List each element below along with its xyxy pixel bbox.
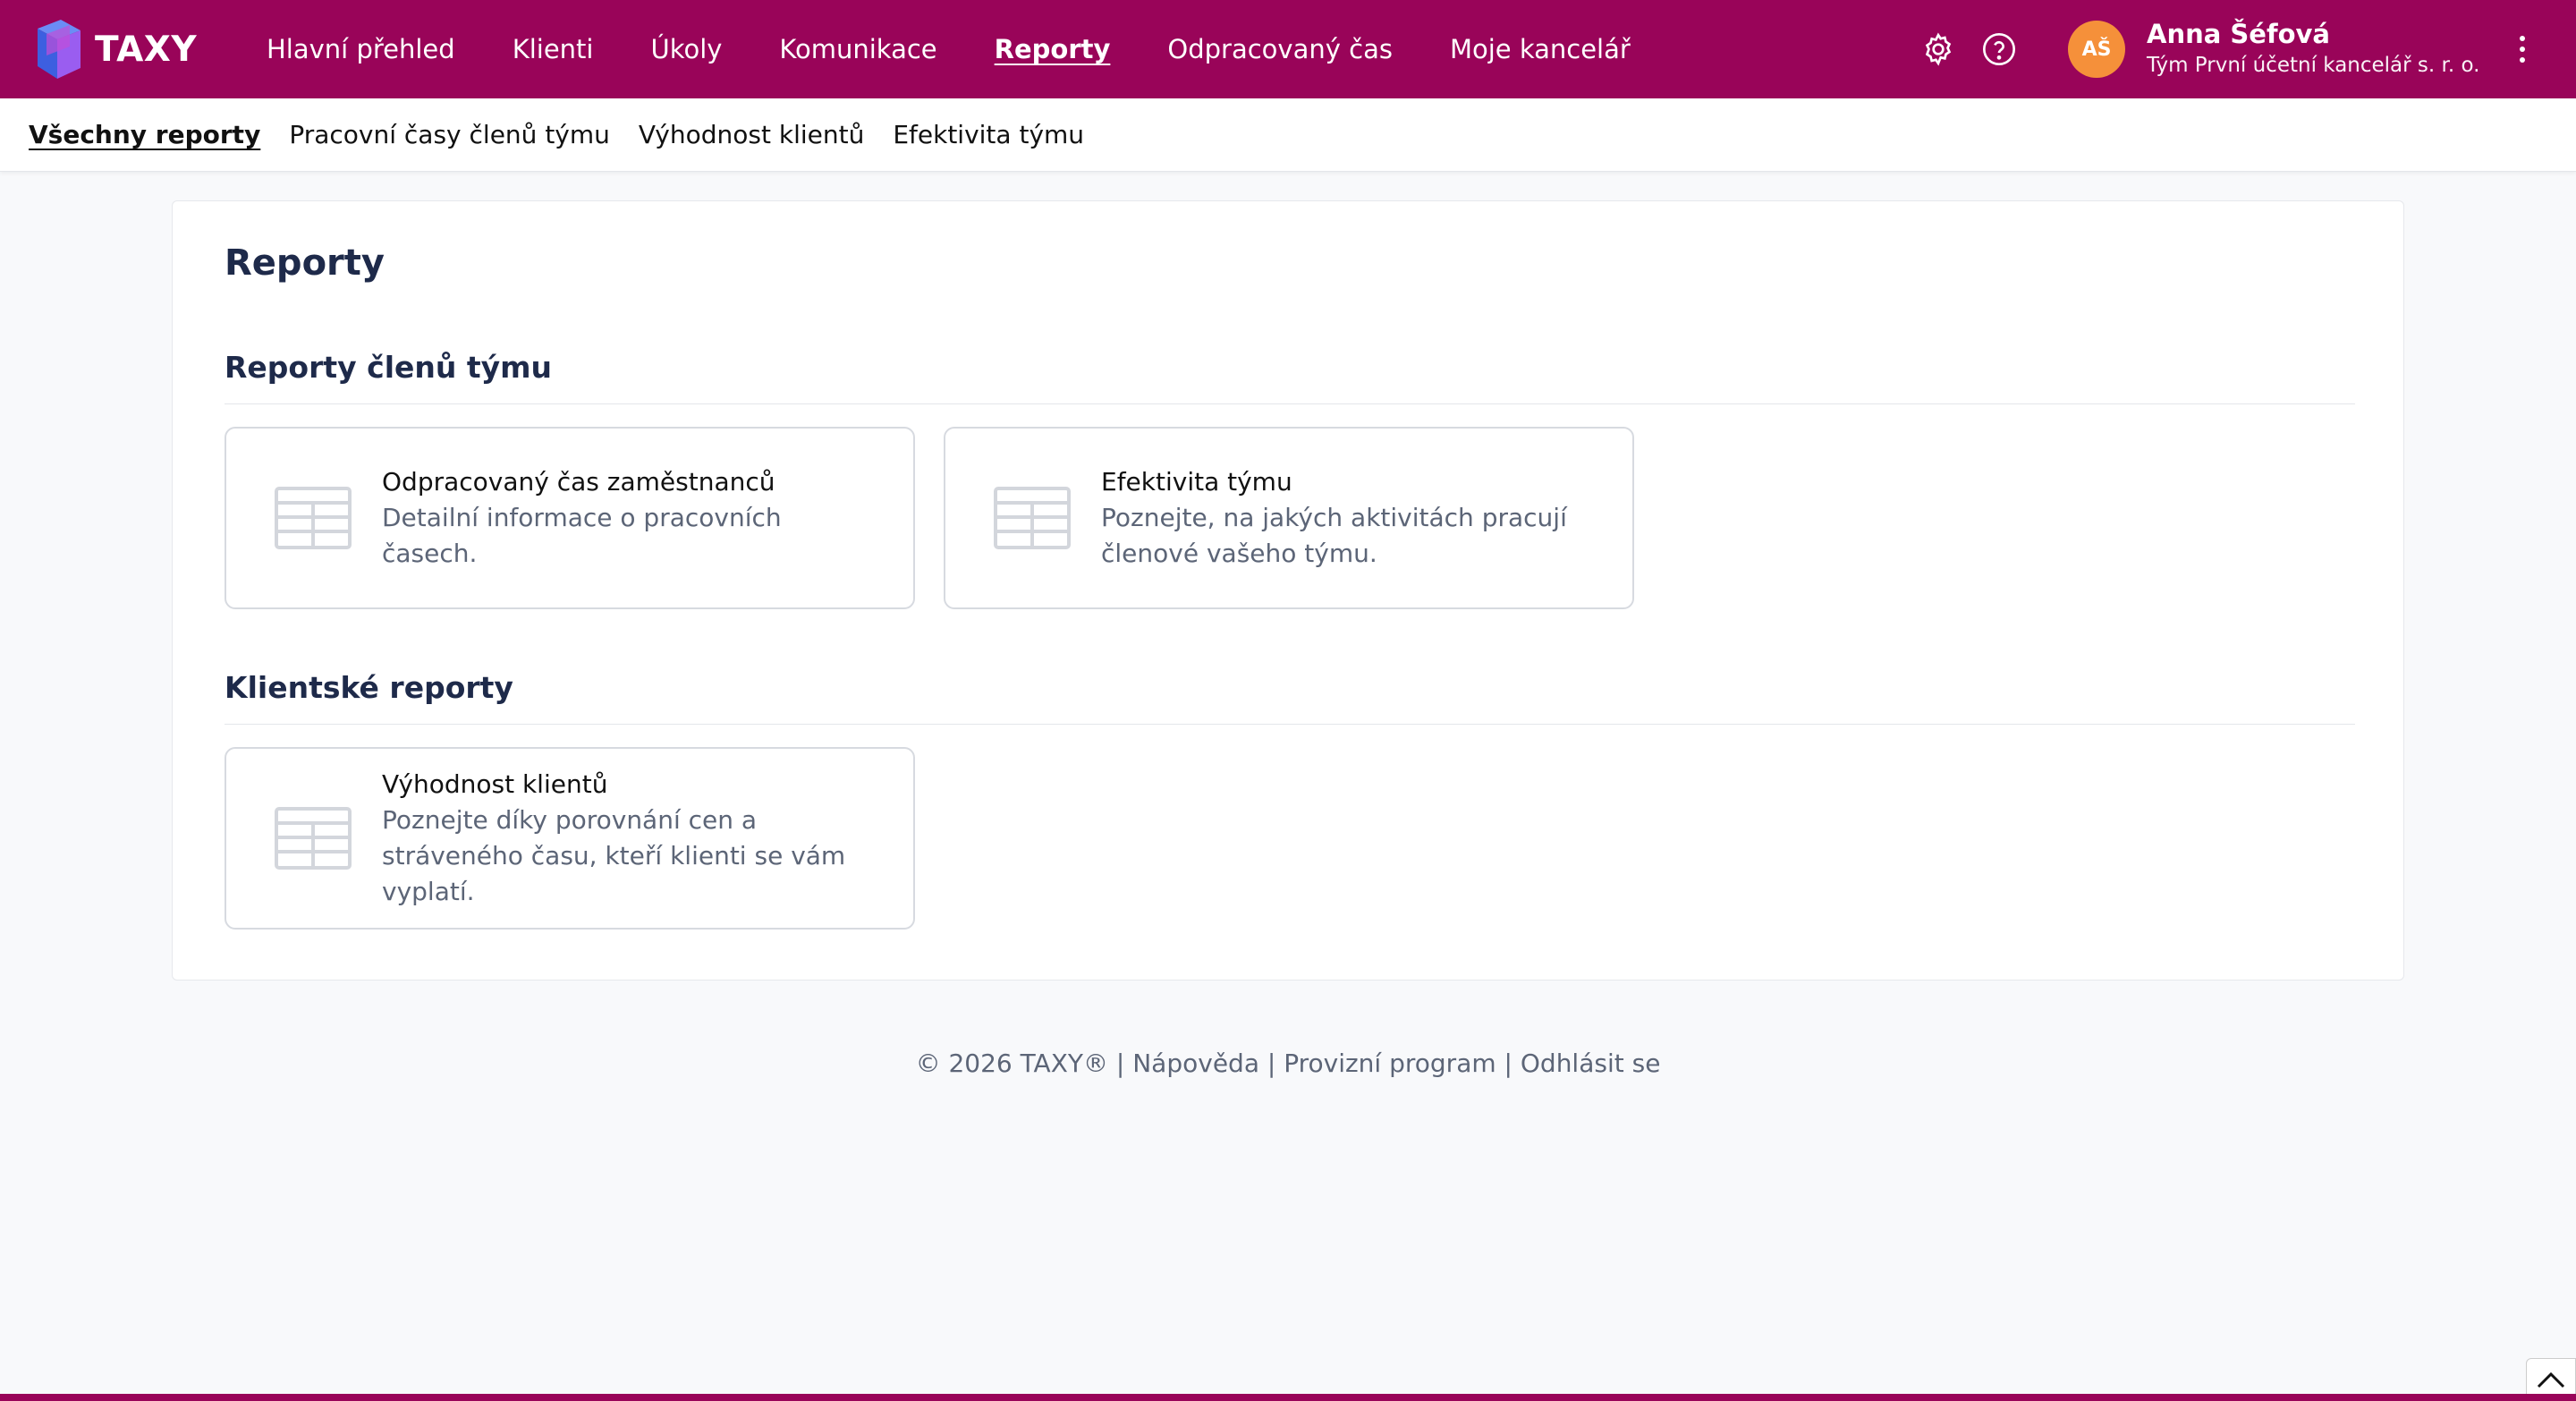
page-title: Reporty — [225, 242, 385, 284]
reports-subnav: Všechny reporty Pracovní časy členů týmu… — [0, 98, 2576, 172]
report-card-text: Efektivita týmu Poznejte, na jakých akti… — [1101, 464, 1602, 572]
footer-separator: | — [1108, 1049, 1133, 1078]
settings-button[interactable] — [1918, 29, 1959, 70]
report-card-title: Výhodnost klientů — [382, 769, 608, 799]
footer-separator: | — [1258, 1049, 1284, 1078]
top-navbar: TAXY Hlavní přehled Klienti Úkoly Komuni… — [0, 0, 2576, 98]
table-icon — [994, 487, 1071, 549]
taxy-logo-icon — [38, 20, 80, 79]
section-divider — [225, 403, 2355, 404]
table-icon — [275, 807, 352, 870]
kebab-menu-icon — [2520, 36, 2525, 63]
user-team: Tým První účetní kancelář s. r. o. — [2147, 54, 2480, 77]
section-title-client-reports: Klientské reporty — [225, 670, 513, 705]
report-card-description: Detailní informace o pracovních časech. — [382, 503, 782, 568]
report-card-worked-time[interactable]: Odpracovaný čas zaměstnanců Detailní inf… — [225, 427, 915, 609]
tab-team-work-times[interactable]: Pracovní časy členů týmu — [289, 120, 610, 149]
report-card-client-profitability[interactable]: Výhodnost klientů Poznejte díky porovnán… — [225, 747, 915, 930]
nav-my-office[interactable]: Moje kancelář — [1450, 34, 1631, 64]
top-right-area: AŠ Anna Šéfová Tým První účetní kancelář… — [1918, 0, 2576, 98]
logo[interactable]: TAXY — [34, 0, 213, 98]
report-card-title: Odpracovaný čas zaměstnanců — [382, 467, 775, 497]
bottom-brand-bar — [0, 1394, 2576, 1401]
reports-panel: Reporty Reporty členů týmu Odpracovaný č… — [172, 200, 2404, 981]
report-card-description: Poznejte, na jakých aktivitách pracují č… — [1101, 503, 1567, 568]
footer-help-link[interactable]: Nápověda — [1132, 1049, 1259, 1078]
nav-reports[interactable]: Reporty — [995, 34, 1111, 64]
gear-icon — [1925, 32, 1952, 66]
user-name: Anna Šéfová — [2147, 19, 2330, 49]
section-title-team-reports: Reporty členů týmu — [225, 350, 553, 385]
more-menu-button[interactable] — [2504, 22, 2540, 76]
nav-dashboard[interactable]: Hlavní přehled — [267, 34, 455, 64]
report-card-text: Odpracovaný čas zaměstnanců Detailní inf… — [382, 464, 883, 572]
nav-communication[interactable]: Komunikace — [779, 34, 936, 64]
footer-copyright: © 2026 TAXY® — [915, 1049, 1108, 1078]
footer: © 2026 TAXY® | Nápověda | Provizní progr… — [0, 1049, 2576, 1078]
report-card-description: Poznejte díky porovnání cen a stráveného… — [382, 805, 846, 906]
table-icon — [275, 487, 352, 549]
user-info[interactable]: Anna Šéfová Tým První účetní kancelář s.… — [2147, 18, 2504, 81]
tab-client-profitability[interactable]: Výhodnost klientů — [639, 120, 864, 149]
tab-all-reports[interactable]: Všechny reporty — [29, 120, 260, 149]
avatar[interactable]: AŠ — [2068, 21, 2125, 78]
help-icon — [1983, 33, 2015, 65]
chevron-up-icon — [2537, 1371, 2565, 1388]
nav-worked-time[interactable]: Odpracovaný čas — [1167, 34, 1393, 64]
help-button[interactable] — [1979, 29, 2020, 70]
report-card-team-efficiency[interactable]: Efektivita týmu Poznejte, na jakých akti… — [944, 427, 1634, 609]
nav-tasks[interactable]: Úkoly — [650, 34, 722, 64]
nav-clients[interactable]: Klienti — [513, 34, 594, 64]
logo-text: TAXY — [95, 29, 198, 70]
footer-separator: | — [1496, 1049, 1521, 1078]
report-card-text: Výhodnost klientů Poznejte díky porovnán… — [382, 767, 883, 910]
main-nav: Hlavní přehled Klienti Úkoly Komunikace … — [267, 0, 1688, 98]
tab-team-efficiency[interactable]: Efektivita týmu — [893, 120, 1084, 149]
section-divider — [225, 724, 2355, 725]
report-card-title: Efektivita týmu — [1101, 467, 1292, 497]
footer-affiliate-link[interactable]: Provizní program — [1284, 1049, 1496, 1078]
footer-logout-link[interactable]: Odhlásit se — [1521, 1049, 1661, 1078]
